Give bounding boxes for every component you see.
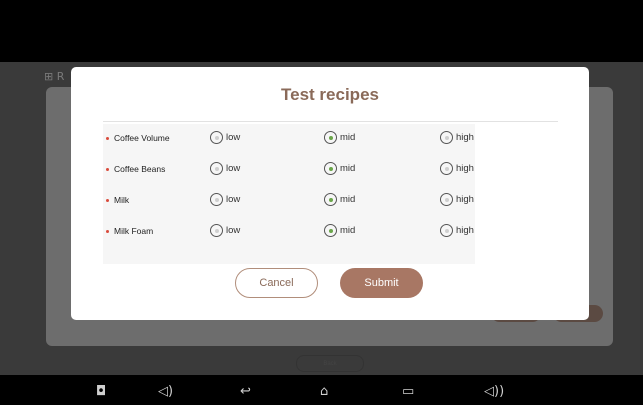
option-low[interactable]: low — [210, 131, 240, 144]
row-label-text: Coffee Beans — [114, 164, 166, 174]
option-mid[interactable]: mid — [324, 224, 355, 237]
option-high[interactable]: high — [440, 131, 474, 144]
volume-down-icon[interactable]: ◁) — [158, 385, 173, 398]
row-label: Milk Foam — [103, 226, 153, 236]
recent-apps-icon[interactable]: ▭ — [402, 385, 414, 398]
row-label: Milk — [103, 195, 129, 205]
volume-up-icon[interactable]: ◁)) — [484, 385, 504, 398]
option-mid[interactable]: mid — [324, 162, 355, 175]
home-icon[interactable]: ⌂ — [320, 385, 328, 398]
bullet-icon — [106, 167, 109, 171]
dialog-title: Test recipes — [281, 85, 379, 104]
option-low[interactable]: low — [210, 193, 240, 206]
option-low[interactable]: low — [210, 162, 240, 175]
row-label-text: Milk Foam — [114, 226, 154, 236]
radio-icon[interactable] — [440, 224, 453, 237]
row-milk: Milk low mid high — [71, 193, 557, 211]
bullet-icon — [106, 136, 109, 140]
camera-icon[interactable]: ◘ — [96, 385, 106, 398]
grid-icon: ⊞ R — [44, 70, 65, 83]
bullet-icon — [106, 198, 109, 202]
row-label: Coffee Beans — [103, 164, 165, 174]
option-mid[interactable]: mid — [324, 131, 355, 144]
cancel-button[interactable]: Cancel — [235, 268, 318, 298]
row-coffee-volume: Coffee Volume low mid high — [71, 131, 557, 149]
row-coffee-beans: Coffee Beans low mid high — [71, 162, 557, 180]
option-high[interactable]: high — [440, 162, 474, 175]
option-mid[interactable]: mid — [324, 193, 355, 206]
option-high[interactable]: high — [440, 193, 474, 206]
option-high[interactable]: high — [440, 224, 474, 237]
radio-icon[interactable] — [210, 224, 223, 237]
row-milk-foam: Milk Foam low mid high — [71, 224, 557, 242]
row-label: Coffee Volume — [103, 133, 170, 143]
radio-selected-icon[interactable] — [324, 162, 337, 175]
radio-icon[interactable] — [440, 162, 453, 175]
radio-selected-icon[interactable] — [324, 224, 337, 237]
test-recipes-dialog: Test recipes Coffee Volume low mid high … — [71, 67, 589, 320]
row-label-text: Coffee Volume — [114, 133, 170, 143]
radio-icon[interactable] — [210, 193, 223, 206]
status-bar — [0, 0, 643, 63]
radio-selected-icon[interactable] — [324, 131, 337, 144]
radio-icon[interactable] — [210, 131, 223, 144]
back-button[interactable]: Back — [296, 355, 364, 372]
radio-icon[interactable] — [440, 131, 453, 144]
radio-icon[interactable] — [440, 193, 453, 206]
radio-icon[interactable] — [210, 162, 223, 175]
bullet-icon — [106, 229, 109, 233]
back-icon[interactable]: ↩ — [240, 385, 251, 398]
divider — [103, 121, 558, 122]
radio-selected-icon[interactable] — [324, 193, 337, 206]
option-low[interactable]: low — [210, 224, 240, 237]
navigation-bar: ◘ ◁) ↩ ⌂ ▭ ◁)) — [0, 378, 643, 405]
row-label-text: Milk — [114, 195, 130, 205]
submit-button[interactable]: Submit — [340, 268, 423, 298]
